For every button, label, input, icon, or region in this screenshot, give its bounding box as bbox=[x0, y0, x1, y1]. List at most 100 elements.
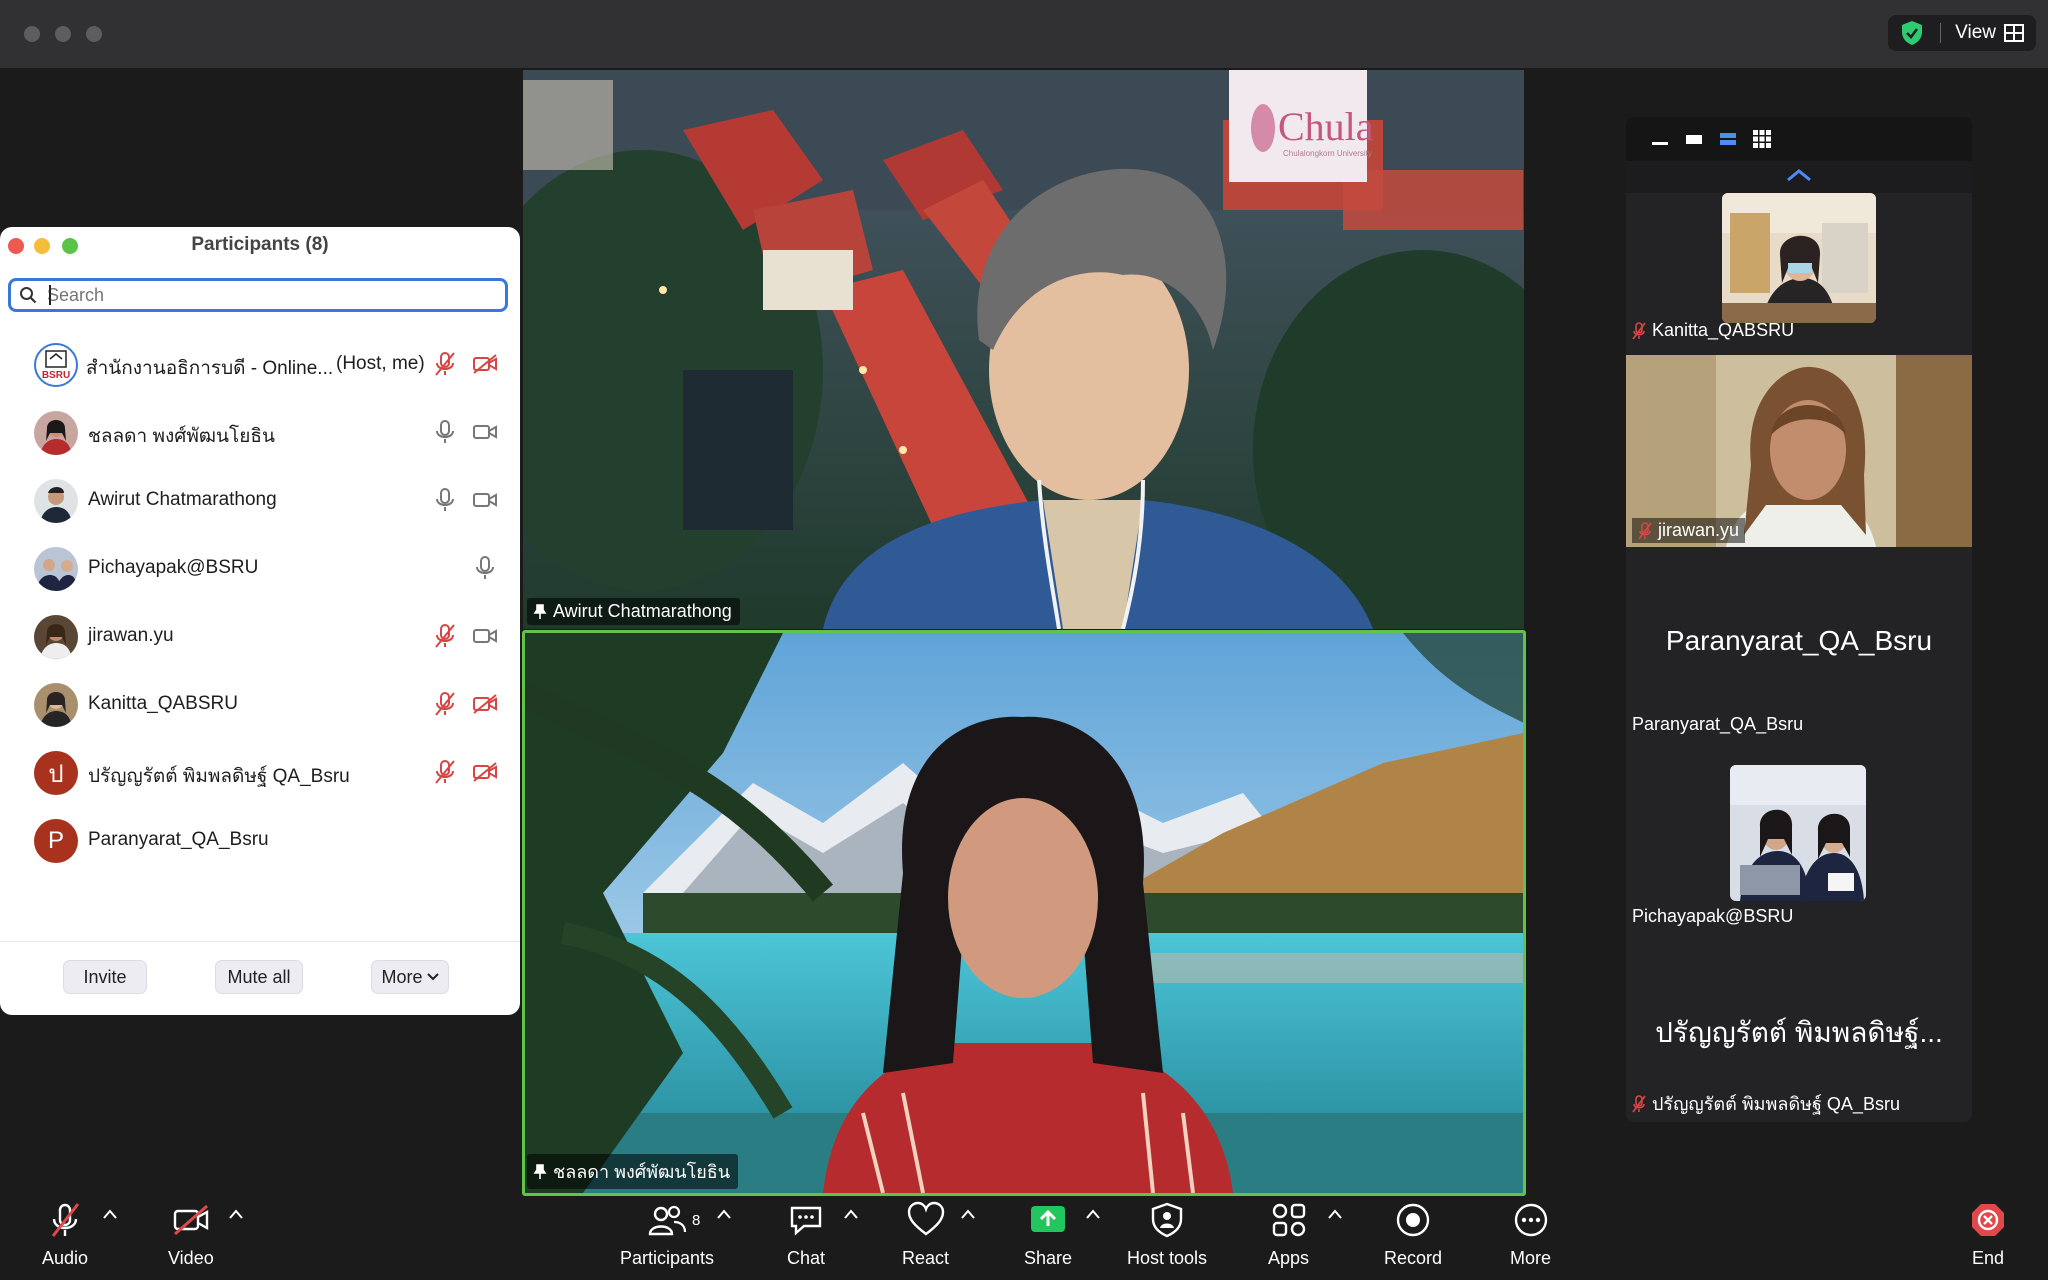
heart-icon bbox=[907, 1201, 944, 1236]
participant-photo bbox=[34, 615, 78, 659]
single-view-icon[interactable] bbox=[1684, 132, 1704, 146]
shield-icon bbox=[1151, 1202, 1183, 1238]
camera-off-icon[interactable] bbox=[472, 694, 498, 714]
participant-photo bbox=[34, 683, 78, 727]
share-options-chevron-icon[interactable] bbox=[1085, 1208, 1101, 1220]
svg-text:BSRU: BSRU bbox=[42, 370, 70, 381]
participants-count-badge: 8 bbox=[692, 1212, 701, 1229]
participants-footer: Invite Mute all More bbox=[0, 941, 520, 1015]
more-options-button[interactable]: More bbox=[1510, 1200, 1551, 1269]
window-minimize-button[interactable] bbox=[55, 26, 71, 42]
audio-options-chevron-icon[interactable] bbox=[102, 1208, 118, 1220]
participant-name: ปรัญญรัตต์ พิมพลดิษฐ์ QA_Bsru bbox=[88, 766, 350, 787]
participant-row[interactable]: Kanitta_QABSRU bbox=[0, 667, 520, 735]
participant-row[interactable]: ชลลดา พงศ์พัฒนโยธิน bbox=[0, 395, 520, 463]
gallery-name-label: Pichayapak@BSRU bbox=[1632, 906, 1794, 926]
host-tools-label: Host tools bbox=[1127, 1248, 1208, 1268]
muted-mic-icon[interactable] bbox=[434, 623, 456, 649]
gallery-tile-pichayapak[interactable]: Pichayapak@BSRU bbox=[1626, 739, 1972, 931]
participant-video-thumbnail bbox=[1722, 193, 1876, 323]
more-button-label: More bbox=[381, 966, 423, 987]
apps-button[interactable]: Apps bbox=[1268, 1200, 1309, 1269]
host-tools-button[interactable]: Host tools bbox=[1127, 1200, 1207, 1269]
mic-icon[interactable] bbox=[474, 555, 496, 581]
chevron-down-icon bbox=[426, 973, 439, 981]
invite-button[interactable]: Invite bbox=[63, 960, 147, 994]
record-button[interactable]: Record bbox=[1384, 1200, 1442, 1269]
window-close-button[interactable] bbox=[24, 26, 40, 42]
strip-view-icon[interactable] bbox=[1718, 132, 1738, 146]
view-menu[interactable]: View bbox=[1888, 15, 2036, 51]
video-name-label: ชลลดา พงศ์พัฒนโยธิน bbox=[553, 1162, 731, 1182]
gallery-tile-jirawan[interactable]: jirawan.yu bbox=[1626, 355, 1972, 547]
participant-avatar: BSRU bbox=[34, 343, 78, 387]
end-label: End bbox=[1971, 1248, 2005, 1268]
camera-icon[interactable] bbox=[472, 422, 498, 442]
gallery-tile-pranyarat-th[interactable]: ปรัญญรัตต์ พิมพลดิษฐ์... ปรัญญรัตต์ พิมพ… bbox=[1626, 931, 1972, 1122]
participant-name: Awirut Chatmarathong bbox=[88, 489, 277, 510]
more-label: More bbox=[1510, 1248, 1552, 1268]
participants-button[interactable]: Participants bbox=[620, 1200, 714, 1269]
chat-bubble-icon bbox=[790, 1206, 822, 1236]
participant-name: Paranyarat_QA_Bsru bbox=[88, 829, 269, 850]
react-button[interactable]: React bbox=[902, 1200, 949, 1269]
record-icon bbox=[1396, 1203, 1430, 1237]
participant-row[interactable]: Pichayapak@BSRU bbox=[0, 531, 520, 599]
video-tile-awirut[interactable]: Chula Chulalongkorn University Awirut Ch… bbox=[523, 70, 1524, 629]
video-tile-active-speaker[interactable]: ชลลดา พงศ์พัฒนโยธิน bbox=[523, 633, 1524, 1193]
mic-icon[interactable] bbox=[434, 419, 456, 445]
audio-label: Audio bbox=[42, 1248, 89, 1268]
zoom-meeting-window: View Chula Chulalongkorn University Awir… bbox=[0, 0, 2048, 1280]
search-input[interactable] bbox=[47, 283, 487, 307]
gallery-name-label: ปรัญญรัตต์ พิมพลดิษฐ์ QA_Bsru bbox=[1652, 1094, 1900, 1114]
chevron-up-icon[interactable] bbox=[1784, 167, 1814, 183]
window-zoom-button[interactable] bbox=[86, 26, 102, 42]
muted-mic-icon[interactable] bbox=[434, 759, 456, 785]
participants-options-chevron-icon[interactable] bbox=[716, 1208, 732, 1220]
muted-mic-icon[interactable] bbox=[434, 351, 456, 377]
gallery-name-tag: jirawan.yu bbox=[1632, 518, 1746, 543]
muted-mic-icon bbox=[1632, 321, 1646, 340]
chat-button[interactable]: Chat bbox=[786, 1200, 826, 1269]
video-name-label: Awirut Chatmarathong bbox=[553, 601, 732, 621]
share-screen-button[interactable]: Share bbox=[1024, 1200, 1072, 1269]
gallery-name-tag: Kanitta_QABSRU bbox=[1632, 320, 1794, 341]
gallery-tile-paranyarat[interactable]: Paranyarat_QA_Bsru Paranyarat_QA_Bsru bbox=[1626, 547, 1972, 739]
minimize-view-icon[interactable] bbox=[1650, 132, 1670, 146]
react-options-chevron-icon[interactable] bbox=[960, 1208, 976, 1220]
camera-off-icon[interactable] bbox=[472, 762, 498, 782]
grid-view-icon bbox=[2004, 24, 2024, 42]
participant-video-thumbnail bbox=[1730, 765, 1866, 901]
gallery-name-tag: ปรัญญรัตต์ พิมพลดิษฐ์ QA_Bsru bbox=[1632, 1089, 1900, 1118]
apps-options-chevron-icon[interactable] bbox=[1327, 1208, 1343, 1220]
muted-mic-icon bbox=[51, 1203, 80, 1237]
participant-row[interactable]: jirawan.yu bbox=[0, 599, 520, 667]
gallery-tile-kanitta[interactable]: Kanitta_QABSRU bbox=[1626, 193, 1972, 345]
camera-off-icon[interactable] bbox=[472, 354, 498, 374]
camera-icon[interactable] bbox=[472, 626, 498, 646]
participant-row[interactable]: ป ปรัญญรัตต์ พิมพลดิษฐ์ QA_Bsru bbox=[0, 735, 520, 803]
view-label: View bbox=[1955, 22, 1996, 43]
shield-check-icon[interactable] bbox=[1900, 20, 1924, 46]
video-options-chevron-icon[interactable] bbox=[228, 1208, 244, 1220]
participant-search-box[interactable] bbox=[8, 278, 508, 312]
camera-icon[interactable] bbox=[472, 490, 498, 510]
participant-video-image bbox=[1730, 765, 1866, 901]
mute-all-button[interactable]: Mute all bbox=[215, 960, 303, 994]
grid-gallery-icon[interactable] bbox=[1752, 129, 1772, 149]
participant-row[interactable]: BSRU สำนักงานอธิการบดี - Online... (Host… bbox=[0, 327, 520, 395]
end-meeting-button[interactable]: End bbox=[1968, 1200, 2008, 1269]
chat-options-chevron-icon[interactable] bbox=[843, 1208, 859, 1220]
participant-row[interactable]: P Paranyarat_QA_Bsru bbox=[0, 803, 520, 871]
video-button[interactable]: Video bbox=[168, 1200, 214, 1269]
audio-button[interactable]: Audio bbox=[42, 1200, 88, 1269]
participant-row[interactable]: Awirut Chatmarathong bbox=[0, 463, 520, 531]
muted-mic-icon[interactable] bbox=[434, 691, 456, 717]
video-name-tag: Awirut Chatmarathong bbox=[527, 598, 740, 625]
campus-background-image: Chula Chulalongkorn University bbox=[523, 70, 1524, 629]
separator bbox=[1940, 23, 1942, 43]
gallery-name-label: Paranyarat_QA_Bsru bbox=[1632, 714, 1804, 734]
mic-icon[interactable] bbox=[434, 487, 456, 513]
more-button[interactable]: More bbox=[371, 960, 449, 994]
participant-avatar bbox=[34, 547, 78, 591]
